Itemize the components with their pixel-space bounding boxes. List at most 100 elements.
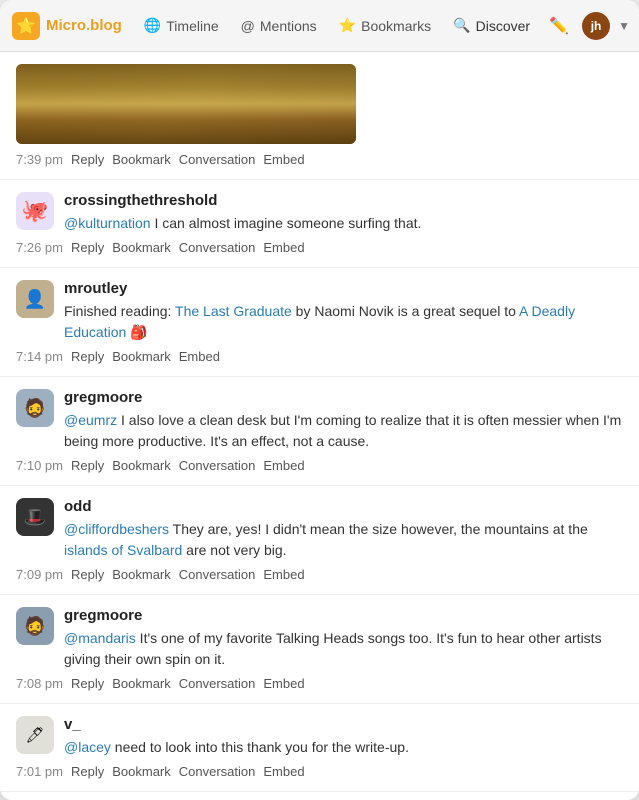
embed-action[interactable]: Embed [263, 764, 304, 779]
post-time: 7:26 pm [16, 240, 63, 255]
user-avatar[interactable]: jh [582, 12, 610, 40]
post-text: @eumrz I also love a clean desk but I'm … [64, 410, 623, 452]
reply-action[interactable]: Reply [71, 240, 104, 255]
avatar: 🐙 [16, 192, 54, 230]
post-time: 7:39 pm [16, 152, 63, 167]
embed-action[interactable]: Embed [263, 240, 304, 255]
conversation-action[interactable]: Conversation [179, 567, 256, 582]
embed-action[interactable]: Embed [263, 152, 304, 167]
place-link[interactable]: islands of Svalbard [64, 542, 182, 558]
post-content: gregmoore @mandaris It's one of my favor… [64, 607, 623, 670]
mention-link[interactable]: @mandaris [64, 630, 136, 646]
reply-action[interactable]: Reply [71, 764, 104, 779]
post-meta: 7:39 pm Reply Bookmark Conversation Embe… [16, 152, 623, 167]
nav-logo[interactable]: ⭐ Micro.blog [12, 12, 122, 40]
bookmark-action[interactable]: Bookmark [112, 567, 171, 582]
embed-action[interactable]: Embed [263, 567, 304, 582]
bookmark-action[interactable]: Bookmark [112, 458, 171, 473]
nav-timeline[interactable]: 🌐 Timeline [134, 11, 229, 40]
book-link[interactable]: The Last Graduate [175, 303, 292, 319]
avatar: 👤 [16, 280, 54, 318]
conversation-action[interactable]: Conversation [179, 764, 256, 779]
post-meta: 7:01 pm Reply Bookmark Conversation Embe… [16, 764, 623, 779]
post-header: 👤 mroutley Finished reading: The Last Gr… [16, 280, 623, 343]
mentions-icon: @ [241, 18, 255, 34]
post-content: gregmoore @eumrz I also love a clean des… [64, 389, 623, 452]
post-meta: 7:08 pm Reply Bookmark Conversation Embe… [16, 676, 623, 691]
reply-action[interactable]: Reply [71, 458, 104, 473]
post-content: crossingthethreshold @kulturnation I can… [64, 192, 623, 234]
mention-link[interactable]: @eumrz [64, 412, 117, 428]
bookmark-action[interactable]: Bookmark [112, 349, 171, 364]
nav-bookmarks[interactable]: ⭐ Bookmarks [329, 11, 441, 40]
list-item: 🧔 gregmoore @eumrz I also love a clean d… [0, 377, 639, 486]
list-item: 🐙 crossingthethreshold @kulturnation I c… [0, 180, 639, 268]
app-window: ⭐ Micro.blog 🌐 Timeline @ Mentions ⭐ Boo… [0, 0, 639, 800]
reply-action[interactable]: Reply [71, 152, 104, 167]
post-time: 7:01 pm [16, 764, 63, 779]
post-header: 🐙 crossingthethreshold @kulturnation I c… [16, 192, 623, 234]
post-header: 🧔 gregmoore @mandaris It's one of my fav… [16, 607, 623, 670]
conversation-action[interactable]: Conversation [179, 152, 256, 167]
post-meta: 7:26 pm Reply Bookmark Conversation Embe… [16, 240, 623, 255]
post-image [16, 64, 356, 144]
chevron-down-icon[interactable]: ▼ [618, 19, 630, 33]
nav-items: 🌐 Timeline @ Mentions ⭐ Bookmarks 🔍 Disc… [134, 11, 540, 40]
book-link-2[interactable]: A Deadly Education [64, 303, 575, 340]
reply-action[interactable]: Reply [71, 676, 104, 691]
bookmark-action[interactable]: Bookmark [112, 240, 171, 255]
conversation-action[interactable]: Conversation [179, 240, 256, 255]
mention-link[interactable]: @cliffordbeshers [64, 521, 169, 537]
reply-action[interactable]: Reply [71, 349, 104, 364]
post-username: gregmoore [64, 607, 623, 624]
embed-action[interactable]: Embed [263, 676, 304, 691]
nav-discover[interactable]: 🔍 Discover [443, 11, 540, 40]
bookmark-action[interactable]: Bookmark [112, 764, 171, 779]
post-meta: 7:09 pm Reply Bookmark Conversation Embe… [16, 567, 623, 582]
avatar: 🧔 [16, 607, 54, 645]
post-username: odd [64, 498, 623, 515]
bookmark-action[interactable]: Bookmark [112, 676, 171, 691]
compose-button[interactable]: ✏️ [544, 11, 574, 41]
post-content: v_ @lacey need to look into this thank y… [64, 716, 623, 758]
logo-icon: ⭐ [12, 12, 40, 40]
feed: 7:39 pm Reply Bookmark Conversation Embe… [0, 52, 639, 800]
timeline-icon: 🌐 [144, 17, 161, 34]
list-item: 🖊 v_ @lacey need to look into this thank… [0, 704, 639, 792]
logo-text: Micro.blog [46, 17, 122, 34]
bookmarks-icon: ⭐ [339, 17, 356, 34]
post-time: 7:08 pm [16, 676, 63, 691]
discover-icon: 🔍 [453, 17, 470, 34]
list-item: 7:39 pm Reply Bookmark Conversation Embe… [0, 52, 639, 180]
post-meta: 7:10 pm Reply Bookmark Conversation Embe… [16, 458, 623, 473]
nav-timeline-label: Timeline [166, 18, 218, 34]
post-text: @mandaris It's one of my favorite Talkin… [64, 628, 623, 670]
avatar: 🎩 [16, 498, 54, 536]
post-image-inner [16, 64, 356, 144]
mention-link[interactable]: @lacey [64, 739, 111, 755]
list-item: 🎩 odd @cliffordbeshers They are, yes! I … [0, 486, 639, 595]
post-username: gregmoore [64, 389, 623, 406]
list-item: 🧔 gregmoore @mandaris It's one of my fav… [0, 595, 639, 704]
post-header: 🧔 gregmoore @eumrz I also love a clean d… [16, 389, 623, 452]
post-text: @cliffordbeshers They are, yes! I didn't… [64, 519, 623, 561]
post-username: crossingthethreshold [64, 192, 623, 209]
embed-action[interactable]: Embed [179, 349, 220, 364]
post-username: v_ [64, 716, 623, 733]
embed-action[interactable]: Embed [263, 458, 304, 473]
post-header: 🖊 v_ @lacey need to look into this thank… [16, 716, 623, 758]
nav-discover-label: Discover [476, 18, 530, 34]
nav-bookmarks-label: Bookmarks [361, 18, 431, 34]
post-time: 7:10 pm [16, 458, 63, 473]
post-text: @lacey need to look into this thank you … [64, 737, 623, 758]
mention-link[interactable]: @kulturnation [64, 215, 151, 231]
list-item: 👤 mroutley Finished reading: The Last Gr… [0, 268, 639, 377]
bookmark-action[interactable]: Bookmark [112, 152, 171, 167]
conversation-action[interactable]: Conversation [179, 458, 256, 473]
reply-action[interactable]: Reply [71, 567, 104, 582]
post-meta: 7:14 pm Reply Bookmark Embed [16, 349, 623, 364]
nav-bar: ⭐ Micro.blog 🌐 Timeline @ Mentions ⭐ Boo… [0, 0, 639, 52]
avatar-initials: jh [591, 19, 602, 33]
nav-mentions[interactable]: @ Mentions [231, 12, 327, 40]
conversation-action[interactable]: Conversation [179, 676, 256, 691]
